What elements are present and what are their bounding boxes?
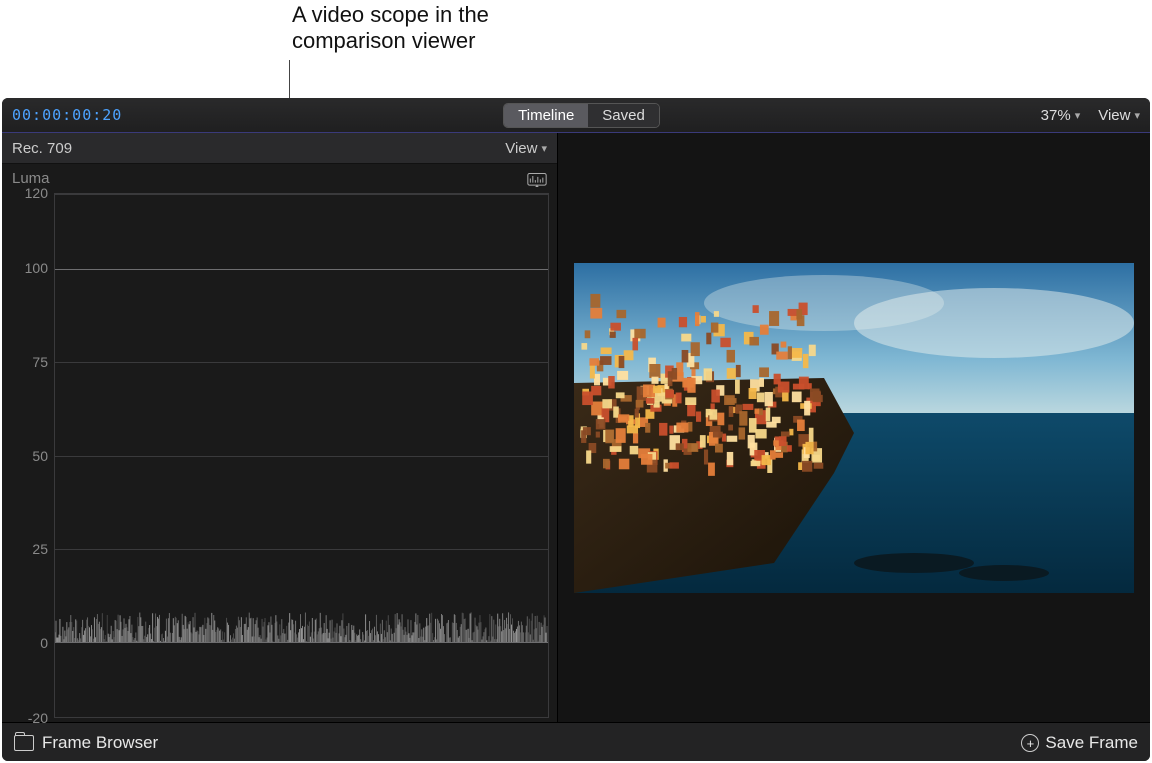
- luma-waveform-scope[interactable]: [54, 193, 549, 718]
- viewer-bottom-bar: Frame Browser + Save Frame: [2, 722, 1150, 761]
- callout-line2: comparison viewer: [292, 28, 489, 54]
- preview-frame: [574, 263, 1134, 593]
- scope-gridline: [55, 456, 548, 457]
- scope-gridline: [55, 362, 548, 363]
- view-label: View: [1098, 107, 1130, 124]
- save-frame-button[interactable]: + Save Frame: [1021, 733, 1138, 753]
- scope-header: Rec. 709 View ▾: [2, 133, 557, 164]
- viewer-split: Rec. 709 View ▾ Luma: [2, 133, 1150, 722]
- zoom-dropdown[interactable]: 37% ▾: [1041, 107, 1081, 124]
- scope-color-space: Rec. 709: [12, 140, 72, 157]
- frame-browser-button[interactable]: Frame Browser: [42, 733, 158, 753]
- chevron-down-icon: ▾: [1075, 109, 1081, 122]
- timecode-display: 00:00:00:20: [12, 106, 122, 124]
- scope-ytick: -20: [8, 710, 48, 726]
- scope-gridline: [55, 269, 548, 270]
- comparison-viewer-window: 00:00:00:20 Timeline Saved 37% ▾ View ▾: [2, 98, 1150, 761]
- scope-gridline: [55, 549, 548, 550]
- viewer-top-bar: 00:00:00:20 Timeline Saved 37% ▾ View ▾: [2, 98, 1150, 133]
- scope-gridline: [55, 194, 548, 195]
- scope-gridline: [55, 717, 548, 718]
- scope-view-dropdown[interactable]: View ▾: [505, 140, 547, 157]
- callout-text: A video scope in the comparison viewer: [292, 2, 489, 55]
- scope-subheader: Luma: [2, 164, 557, 189]
- callout-line1: A video scope in the: [292, 2, 489, 28]
- save-frame-label: Save Frame: [1045, 733, 1138, 753]
- scope-settings-icon[interactable]: [527, 171, 547, 187]
- scope-ytick: 50: [8, 448, 48, 464]
- scope-gridline: [55, 642, 548, 643]
- zoom-value: 37%: [1041, 107, 1071, 124]
- comparison-source-segmented: Timeline Saved: [503, 103, 660, 128]
- preview-viewer[interactable]: [558, 133, 1150, 722]
- scope-body: 1201007550250-20: [2, 189, 557, 722]
- chevron-down-icon: ▾: [1134, 109, 1140, 122]
- plus-icon: +: [1021, 734, 1039, 752]
- chevron-down-icon: ▾: [541, 142, 547, 155]
- scope-panel: Rec. 709 View ▾ Luma: [2, 133, 558, 722]
- frame-browser-icon: [14, 735, 34, 751]
- scope-ytick: 25: [8, 541, 48, 557]
- scope-ytick: 100: [8, 260, 48, 276]
- scope-ytick: 75: [8, 354, 48, 370]
- view-dropdown[interactable]: View ▾: [1098, 107, 1140, 124]
- seg-timeline-button[interactable]: Timeline: [504, 104, 588, 127]
- scope-ytick: 120: [8, 185, 48, 201]
- scope-view-label: View: [505, 140, 537, 157]
- scope-ytick: 0: [8, 635, 48, 651]
- seg-saved-button[interactable]: Saved: [588, 104, 659, 127]
